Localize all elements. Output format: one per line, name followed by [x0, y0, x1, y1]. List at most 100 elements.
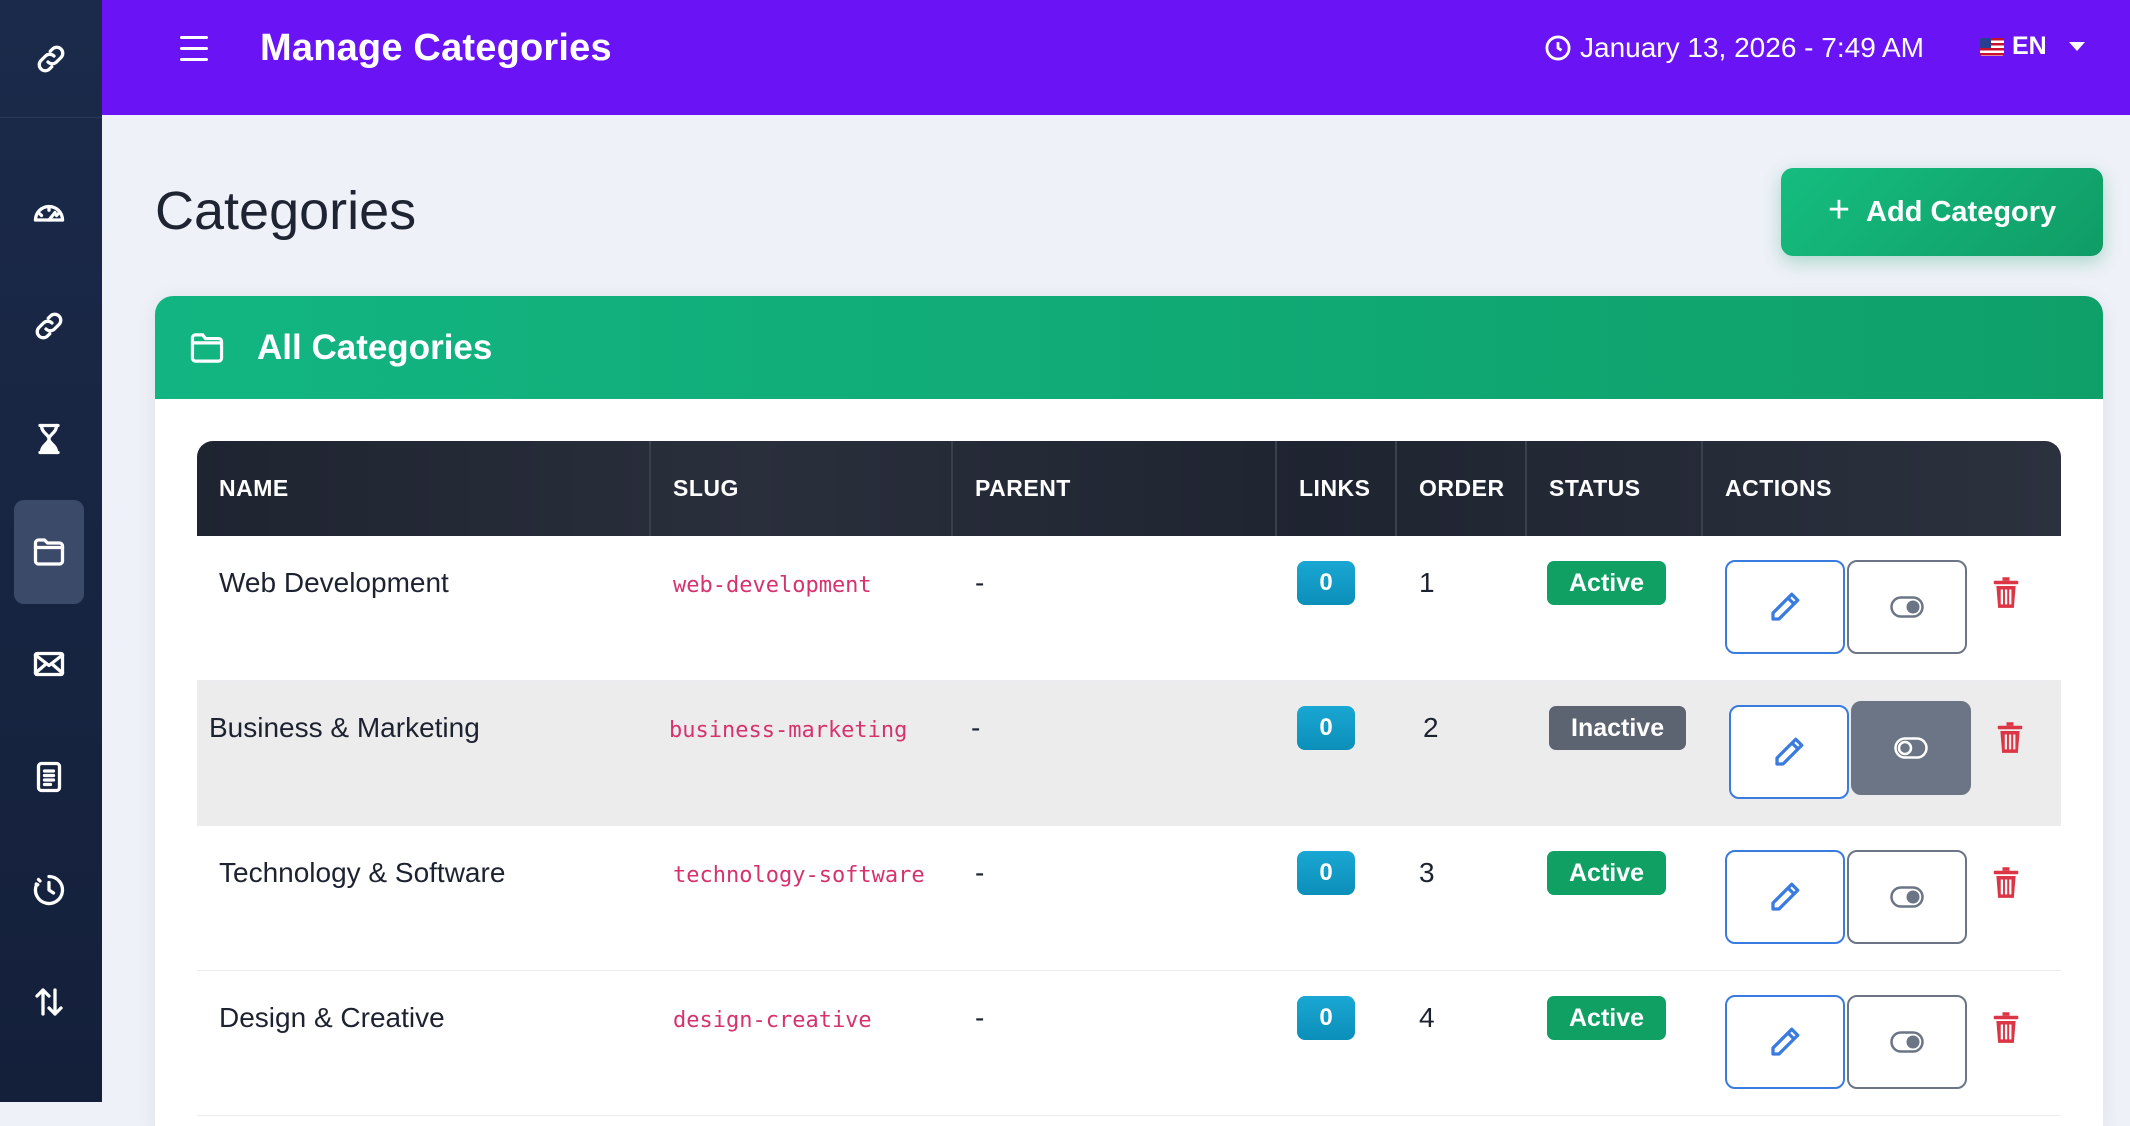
sidebar-item-history[interactable]: [14, 838, 84, 942]
status-badge: Inactive: [1549, 706, 1687, 750]
brand-logo[interactable]: [0, 0, 102, 118]
clock-icon: [1545, 35, 1571, 61]
trash-icon: [1993, 867, 2019, 898]
categories-card: All Categories NAME SLUG PARENT LINKS OR…: [155, 296, 2103, 1126]
card-title: All Categories: [257, 327, 493, 367]
category-slug: business-marketing: [669, 718, 908, 743]
sidebar-item-sort[interactable]: [14, 950, 84, 1054]
delete-button[interactable]: [1995, 721, 2025, 755]
delete-button[interactable]: [1991, 866, 2021, 900]
dashboard-icon: [33, 204, 65, 222]
us-flag-icon: [1980, 37, 2004, 56]
sidebar-item-dashboard[interactable]: [14, 162, 84, 266]
hamburger-icon-line: [180, 58, 208, 61]
column-header-links[interactable]: LINKS: [1277, 441, 1397, 536]
sidebar-item-pages[interactable]: [14, 725, 84, 829]
plus-icon: +: [1827, 189, 1851, 231]
links-cell: 0: [1277, 971, 1397, 1115]
edit-button[interactable]: [1725, 560, 1845, 654]
section-heading: Categories: [155, 181, 417, 241]
chevron-down-icon: [2068, 42, 2085, 51]
toggle-status-button[interactable]: [1847, 995, 1967, 1089]
category-slug: design-creative: [673, 1008, 872, 1033]
column-header-order[interactable]: ORDER: [1397, 441, 1527, 536]
language-code: EN: [2012, 32, 2047, 60]
category-parent: -: [975, 857, 985, 888]
links-cell: 0: [1277, 536, 1397, 680]
row-actions: [1703, 971, 2061, 1115]
table-row: Business & Marketing business-marketing …: [197, 681, 2061, 826]
status-badge: Active: [1547, 851, 1667, 895]
trash-icon: [1993, 1012, 2019, 1043]
toggle-off-icon: [1894, 737, 1928, 759]
toggle-status-button[interactable]: [1847, 850, 1967, 944]
row-actions: [1703, 826, 2061, 970]
sidebar-item-messages[interactable]: [14, 612, 84, 716]
links-cell: 0: [1277, 826, 1397, 970]
sidebar-item-pending[interactable]: [14, 387, 84, 491]
category-parent: -: [971, 712, 981, 743]
hamburger-icon-line: [180, 36, 208, 39]
column-header-status[interactable]: STATUS: [1527, 441, 1703, 536]
sidebar-item-categories[interactable]: [14, 500, 84, 604]
links-count-badge: 0: [1297, 561, 1355, 605]
card-header: All Categories: [155, 296, 2103, 399]
menu-toggle-button[interactable]: [180, 36, 210, 66]
datetime-text: January 13, 2026 - 7:49 AM: [1580, 32, 1924, 63]
toggle-status-button[interactable]: [1847, 560, 1967, 654]
toggle-on-icon: [1890, 1031, 1924, 1053]
folder-icon: [33, 538, 65, 566]
categories-table: NAME SLUG PARENT LINKS ORDER STATUS ACTI…: [197, 441, 2061, 1116]
sidebar: [0, 0, 102, 1102]
link-icon: [37, 45, 65, 72]
status-cell: Active: [1527, 826, 1703, 970]
pencil-icon: [1771, 882, 1800, 911]
column-header-parent[interactable]: PARENT: [953, 441, 1277, 536]
category-parent: -: [975, 567, 985, 598]
status-badge: Active: [1547, 996, 1667, 1040]
category-order: 3: [1419, 857, 1435, 888]
category-name: Business & Marketing: [209, 712, 480, 743]
edit-button[interactable]: [1729, 705, 1849, 799]
category-parent: -: [975, 1002, 985, 1033]
category-name: Web Development: [219, 567, 449, 598]
envelope-icon: [33, 651, 65, 677]
status-badge: Active: [1547, 561, 1667, 605]
links-cell: 0: [1277, 681, 1397, 825]
trash-icon: [1993, 577, 2019, 608]
table-row: Design & Creative design-creative - 0 4 …: [197, 971, 2061, 1116]
toggle-status-button[interactable]: [1851, 701, 1971, 795]
pencil-icon: [1771, 592, 1800, 621]
edit-button[interactable]: [1725, 995, 1845, 1089]
column-header-name[interactable]: NAME: [197, 441, 651, 536]
category-order: 1: [1419, 567, 1435, 598]
link-icon: [35, 312, 63, 340]
language-selector[interactable]: EN: [1980, 32, 2085, 61]
status-cell: Inactive: [1527, 681, 1703, 825]
column-header-actions: ACTIONS: [1725, 475, 1832, 501]
delete-button[interactable]: [1991, 576, 2021, 610]
status-cell: Active: [1527, 536, 1703, 680]
add-category-button[interactable]: + Add Category: [1781, 168, 2103, 256]
table-header: NAME SLUG PARENT LINKS ORDER STATUS ACTI…: [197, 441, 2061, 536]
links-count-badge: 0: [1297, 851, 1355, 895]
edit-button[interactable]: [1725, 850, 1845, 944]
add-category-label: Add Category: [1866, 195, 2057, 228]
table-row: Web Development web-development - 0 1 Ac…: [197, 536, 2061, 681]
category-slug: web-development: [673, 573, 872, 598]
sidebar-item-links[interactable]: [14, 274, 84, 378]
sort-arrows-icon: [35, 988, 63, 1016]
folder-icon: [190, 332, 224, 363]
top-bar: Manage Categories January 13, 2026 - 7:4…: [102, 0, 2130, 115]
toggle-on-icon: [1890, 886, 1924, 908]
category-order: 2: [1423, 712, 1439, 743]
column-header-slug[interactable]: SLUG: [651, 441, 953, 536]
links-count-badge: 0: [1297, 706, 1355, 750]
current-datetime: January 13, 2026 - 7:49 AM: [1544, 32, 1924, 64]
links-count-badge: 0: [1297, 996, 1355, 1040]
delete-button[interactable]: [1991, 1011, 2021, 1045]
clock-history-icon: [33, 874, 65, 906]
toggle-on-icon: [1890, 596, 1924, 618]
hamburger-icon-line: [180, 47, 208, 50]
row-actions: [1703, 536, 2061, 680]
